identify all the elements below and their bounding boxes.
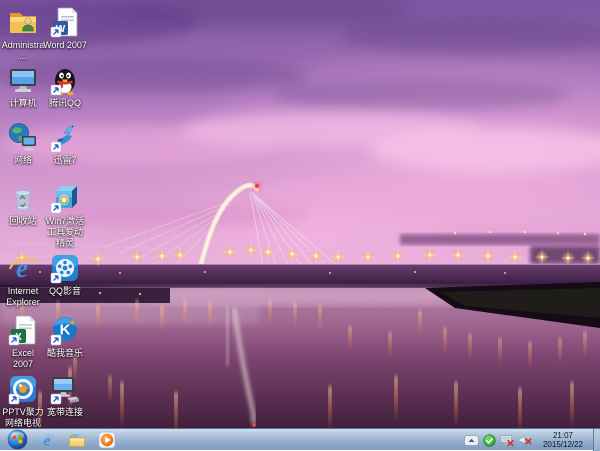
desktop-icon-excel-2007[interactable]: X Excel 2007 xyxy=(1,314,45,370)
pptv-icon xyxy=(7,373,39,405)
security-ok-icon xyxy=(483,434,496,447)
folder-icon xyxy=(68,431,86,449)
broadband-connection-icon xyxy=(49,373,81,405)
icon-label: Win7激活工具爱动精灵 xyxy=(43,216,87,249)
windows-7-desktop-screen: Administra... W Word 2007 计算 xyxy=(0,0,600,450)
clock-time: 21:07 xyxy=(537,431,589,440)
wallpaper-image xyxy=(0,0,600,428)
icon-label: PPTV聚力 网络电视 xyxy=(1,407,45,428)
excel-icon: X xyxy=(7,314,39,346)
icon-label: 回收站 xyxy=(9,216,36,227)
icon-label: 腾讯QQ xyxy=(49,98,81,109)
taskbar-clock[interactable]: 21:07 2015/12/22 xyxy=(537,431,589,449)
network-status-tray-icon[interactable] xyxy=(500,434,514,447)
taskbar: e xyxy=(0,428,600,450)
desktop-icon-word-2007[interactable]: W Word 2007 xyxy=(43,6,87,51)
computer-icon xyxy=(7,64,39,96)
wmp-icon xyxy=(98,431,116,449)
software-box-icon xyxy=(49,182,81,214)
volume-tray-icon[interactable] xyxy=(518,434,532,447)
desktop-icon-qq-player[interactable]: QQ影音 xyxy=(43,252,87,297)
desktop-icon-tencent-qq[interactable]: 腾讯QQ xyxy=(43,64,87,109)
taskbar-button-windows-media-player[interactable] xyxy=(92,429,122,451)
desktop-icon-internet-explorer[interactable]: e Internet Explorer xyxy=(1,252,45,308)
start-button[interactable] xyxy=(2,429,32,451)
internet-explorer-icon: e xyxy=(7,252,39,284)
icon-label: Word 2007 xyxy=(43,40,87,51)
clock-date: 2015/12/22 xyxy=(537,440,589,449)
desktop-icon-network[interactable]: 网络 xyxy=(1,121,45,166)
svg-text:e: e xyxy=(16,253,28,283)
desktop-icon-kuwo-music[interactable]: K 酷我音乐 xyxy=(43,314,87,359)
ie-icon: e xyxy=(38,431,56,449)
network-disconnected-icon xyxy=(500,434,514,447)
desktop[interactable]: Administra... W Word 2007 计算 xyxy=(0,0,600,428)
system-tray: 21:07 2015/12/22 xyxy=(462,429,600,451)
user-folder-icon xyxy=(7,6,39,38)
show-desktop-button[interactable] xyxy=(593,429,600,451)
icon-label: 计算机 xyxy=(9,98,36,109)
icon-label: Excel 2007 xyxy=(1,348,45,370)
xunlei-bird-icon xyxy=(49,121,81,153)
windows-start-orb-icon xyxy=(7,429,28,450)
icon-label: 宽带连接 xyxy=(47,407,83,418)
hidden-icons-chevron-icon xyxy=(464,435,479,446)
security-status-tray-icon[interactable] xyxy=(483,434,496,447)
icon-label: 网络 xyxy=(14,155,32,166)
desktop-icon-pptv[interactable]: PPTV聚力 网络电视 xyxy=(1,373,45,428)
icon-label: QQ影音 xyxy=(49,286,81,297)
icon-label: Internet Explorer xyxy=(1,286,45,308)
desktop-icon-administrator-folder[interactable]: Administra... xyxy=(1,6,45,62)
qq-player-icon xyxy=(49,252,81,284)
desktop-icon-broadband-connection[interactable]: 宽带连接 xyxy=(43,373,87,418)
qq-penguin-icon xyxy=(49,64,81,96)
icon-label: Administra... xyxy=(1,40,45,62)
desktop-icon-xunlei-7[interactable]: 迅雷7 xyxy=(43,121,87,166)
recycle-bin-icon xyxy=(7,182,39,214)
desktop-icon-win7-activator[interactable]: Win7激活工具爱动精灵 xyxy=(43,182,87,249)
taskbar-button-windows-explorer[interactable] xyxy=(62,429,92,451)
icon-label: 迅雷7 xyxy=(53,155,76,166)
word-icon: W xyxy=(49,6,81,38)
icon-label: 酷我音乐 xyxy=(47,348,83,359)
desktop-icon-recycle-bin[interactable]: 回收站 xyxy=(1,182,45,227)
desktop-icon-computer[interactable]: 计算机 xyxy=(1,64,45,109)
taskbar-button-internet-explorer[interactable]: e xyxy=(32,429,62,451)
network-globe-icon xyxy=(7,121,39,153)
kuwo-music-icon: K xyxy=(49,314,81,346)
show-hidden-icons-button[interactable] xyxy=(464,435,479,446)
volume-muted-icon xyxy=(518,434,532,447)
